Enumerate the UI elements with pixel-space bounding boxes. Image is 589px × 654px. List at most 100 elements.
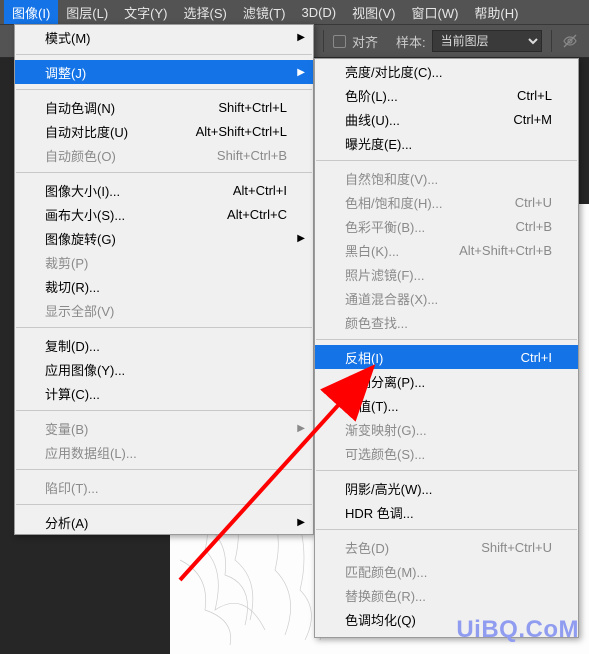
menu-item-shortcut: Alt+Shift+Ctrl+B xyxy=(459,243,552,258)
adjust-menu-item-2[interactable]: 曲线(U)...Ctrl+M xyxy=(315,107,578,131)
menu-item-label: 模式(M) xyxy=(45,28,287,47)
adjust-menu-item-20[interactable]: HDR 色调... xyxy=(315,500,578,524)
menu-item-label: 计算(C)... xyxy=(45,384,287,403)
adjust-menu-item-3[interactable]: 曝光度(E)... xyxy=(315,131,578,155)
menubar-item-5[interactable]: 3D(D) xyxy=(293,2,344,23)
adjust-menu-item-0[interactable]: 亮度/对比度(C)... xyxy=(315,59,578,83)
menu-item-label: 自动对比度(U) xyxy=(45,122,196,141)
adjust-menu-item-23: 匹配颜色(M)... xyxy=(315,559,578,583)
menu-separator xyxy=(16,89,312,90)
menubar-item-8[interactable]: 帮助(H) xyxy=(466,0,526,25)
adjust-menu-item-1[interactable]: 色阶(L)...Ctrl+L xyxy=(315,83,578,107)
image-menu-item-12[interactable]: 裁切(R)... xyxy=(15,274,313,298)
submenu-arrow-icon: ▶ xyxy=(297,423,305,434)
menu-item-label: 裁剪(P) xyxy=(45,253,287,272)
menu-item-label: 色相/饱和度(H)... xyxy=(345,193,515,212)
menu-item-label: 分析(A) xyxy=(45,513,287,532)
adjust-menu-item-15[interactable]: 阈值(T)... xyxy=(315,393,578,417)
menu-separator xyxy=(16,54,312,55)
image-menu-dropdown: 模式(M)▶调整(J)▶自动色调(N)Shift+Ctrl+L自动对比度(U)A… xyxy=(14,24,314,535)
menubar-item-1[interactable]: 图层(L) xyxy=(58,0,116,25)
adjust-menu-item-14[interactable]: 色调分离(P)... xyxy=(315,369,578,393)
menu-item-shortcut: Shift+Ctrl+L xyxy=(218,100,287,115)
menu-separator xyxy=(316,160,577,161)
menubar-item-0[interactable]: 图像(I) xyxy=(4,0,58,25)
image-menu-item-8[interactable]: 图像大小(I)...Alt+Ctrl+I xyxy=(15,178,313,202)
menu-separator xyxy=(16,504,312,505)
adjust-menu-item-19[interactable]: 阴影/高光(W)... xyxy=(315,476,578,500)
menu-separator xyxy=(316,470,577,471)
image-menu-item-5[interactable]: 自动对比度(U)Alt+Shift+Ctrl+L xyxy=(15,119,313,143)
menu-item-label: 照片滤镜(F)... xyxy=(345,265,552,284)
image-menu-item-4[interactable]: 自动色调(N)Shift+Ctrl+L xyxy=(15,95,313,119)
adjust-menu-item-22: 去色(D)Shift+Ctrl+U xyxy=(315,535,578,559)
image-menu-item-2[interactable]: 调整(J) ▶ xyxy=(15,60,313,84)
watermark: UiBQ.CoM xyxy=(456,616,579,644)
menubar-item-7[interactable]: 窗口(W) xyxy=(403,0,466,25)
sample-select[interactable]: 当前图层 xyxy=(432,30,542,52)
menu-item-label: 变量(B) xyxy=(45,419,287,438)
menu-item-label: 匹配颜色(M)... xyxy=(345,562,552,581)
menu-separator xyxy=(16,172,312,173)
adjust-menu-item-16: 渐变映射(G)... xyxy=(315,417,578,441)
menu-item-label: 替换颜色(R)... xyxy=(345,586,552,605)
image-menu-item-6: 自动颜色(O)Shift+Ctrl+B xyxy=(15,143,313,167)
menu-item-label: 色彩平衡(B)... xyxy=(345,217,516,236)
menu-item-shortcut: Alt+Ctrl+C xyxy=(227,207,287,222)
menu-item-label: 可选颜色(S)... xyxy=(345,444,552,463)
menu-separator xyxy=(16,327,312,328)
submenu-arrow-icon: ▶ xyxy=(297,32,305,43)
image-menu-item-22: 陷印(T)... xyxy=(15,475,313,499)
menu-item-label: 调整(J) xyxy=(45,63,287,82)
adjust-menu-item-13[interactable]: 反相(I)Ctrl+I xyxy=(315,345,578,369)
menu-item-label: 曲线(U)... xyxy=(345,110,513,129)
adjust-menu-item-5: 自然饱和度(V)... xyxy=(315,166,578,190)
menubar-item-3[interactable]: 选择(S) xyxy=(176,0,235,25)
image-menu-item-11: 裁剪(P) xyxy=(15,250,313,274)
visibility-off-icon[interactable] xyxy=(561,32,579,50)
submenu-arrow-icon: ▶ xyxy=(297,233,305,244)
adjust-menu-item-6: 色相/饱和度(H)...Ctrl+U xyxy=(315,190,578,214)
menu-item-shortcut: Alt+Ctrl+I xyxy=(233,183,287,198)
menubar-item-4[interactable]: 滤镜(T) xyxy=(235,0,294,25)
menu-item-label: 显示全部(V) xyxy=(45,301,287,320)
image-menu-item-15[interactable]: 复制(D)... xyxy=(15,333,313,357)
submenu-arrow-icon: ▶ xyxy=(297,67,305,78)
align-checkbox[interactable] xyxy=(333,35,346,48)
adjust-menu-item-17: 可选颜色(S)... xyxy=(315,441,578,465)
toolbar-divider xyxy=(323,30,324,52)
menu-item-label: 裁切(R)... xyxy=(45,277,287,296)
menu-item-shortcut: Ctrl+B xyxy=(516,219,552,234)
menu-item-label: 陷印(T)... xyxy=(45,478,287,497)
submenu-arrow-icon: ▶ xyxy=(297,517,305,528)
menubar-item-6[interactable]: 视图(V) xyxy=(344,0,403,25)
menu-item-shortcut: Shift+Ctrl+U xyxy=(481,540,552,555)
menu-item-shortcut: Ctrl+M xyxy=(513,112,552,127)
menu-item-label: 图像旋转(G) xyxy=(45,229,287,248)
menubar: 图像(I)图层(L)文字(Y)选择(S)滤镜(T)3D(D)视图(V)窗口(W)… xyxy=(0,0,589,24)
image-menu-item-0[interactable]: 模式(M) ▶ xyxy=(15,25,313,49)
menu-item-label: 渐变映射(G)... xyxy=(345,420,552,439)
menubar-item-2[interactable]: 文字(Y) xyxy=(116,0,175,25)
menu-item-label: 颜色查找... xyxy=(345,313,552,332)
toolbar-divider xyxy=(551,30,552,52)
menu-separator xyxy=(16,410,312,411)
menu-item-label: 黑白(K)... xyxy=(345,241,459,260)
image-menu-item-10[interactable]: 图像旋转(G) ▶ xyxy=(15,226,313,250)
menu-item-shortcut: Alt+Shift+Ctrl+L xyxy=(196,124,287,139)
menu-item-label: 色调分离(P)... xyxy=(345,372,552,391)
menu-item-label: 自然饱和度(V)... xyxy=(345,169,552,188)
image-menu-item-17[interactable]: 计算(C)... xyxy=(15,381,313,405)
menu-item-label: 通道混合器(X)... xyxy=(345,289,552,308)
menu-item-label: 阴影/高光(W)... xyxy=(345,479,552,498)
image-menu-item-19: 变量(B) ▶ xyxy=(15,416,313,440)
adjust-menu-item-10: 通道混合器(X)... xyxy=(315,286,578,310)
image-menu-item-9[interactable]: 画布大小(S)...Alt+Ctrl+C xyxy=(15,202,313,226)
image-menu-item-16[interactable]: 应用图像(Y)... xyxy=(15,357,313,381)
menu-item-label: 复制(D)... xyxy=(45,336,287,355)
menu-item-shortcut: Ctrl+U xyxy=(515,195,552,210)
image-menu-item-24[interactable]: 分析(A) ▶ xyxy=(15,510,313,534)
menu-item-label: 曝光度(E)... xyxy=(345,134,552,153)
menu-item-label: 图像大小(I)... xyxy=(45,181,233,200)
align-label: 对齐 xyxy=(352,32,378,51)
